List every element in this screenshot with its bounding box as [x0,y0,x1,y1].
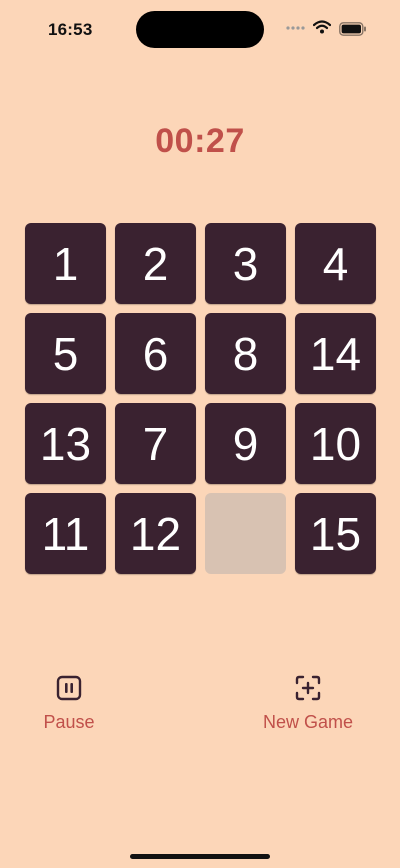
battery-icon [339,22,366,36]
home-indicator[interactable] [130,854,270,859]
puzzle-board: 1 2 3 4 5 6 8 14 13 7 9 10 11 12 15 [25,223,376,574]
puzzle-tile[interactable]: 5 [25,313,106,394]
pause-icon [56,675,82,701]
puzzle-tile[interactable]: 8 [205,313,286,394]
cellular-signal-icon [286,26,305,30]
dynamic-island [136,11,264,48]
puzzle-tile[interactable]: 7 [115,403,196,484]
new-game-button[interactable]: New Game [248,674,368,733]
puzzle-tile[interactable]: 12 [115,493,196,574]
puzzle-tile[interactable]: 1 [25,223,106,304]
elapsed-timer: 00:27 [155,122,245,160]
puzzle-tile[interactable]: 2 [115,223,196,304]
pause-button[interactable]: Pause [28,674,110,733]
puzzle-tile[interactable]: 6 [115,313,196,394]
status-time: 16:53 [48,20,93,39]
puzzle-tile[interactable]: 14 [295,313,376,394]
puzzle-tile[interactable]: 15 [295,493,376,574]
scan-plus-icon [295,675,321,701]
puzzle-tile[interactable]: 9 [205,403,286,484]
new-game-label: New Game [262,712,354,732]
puzzle-tile[interactable]: 10 [295,403,376,484]
puzzle-tile[interactable]: 11 [25,493,106,574]
pause-label: Pause [43,712,95,732]
status-bar: 16:53 [0,0,400,60]
puzzle-tile[interactable]: 4 [295,223,376,304]
puzzle-tile[interactable]: 13 [25,403,106,484]
puzzle-tile[interactable]: 3 [205,223,286,304]
empty-slot [205,493,286,574]
wifi-icon [313,20,331,34]
